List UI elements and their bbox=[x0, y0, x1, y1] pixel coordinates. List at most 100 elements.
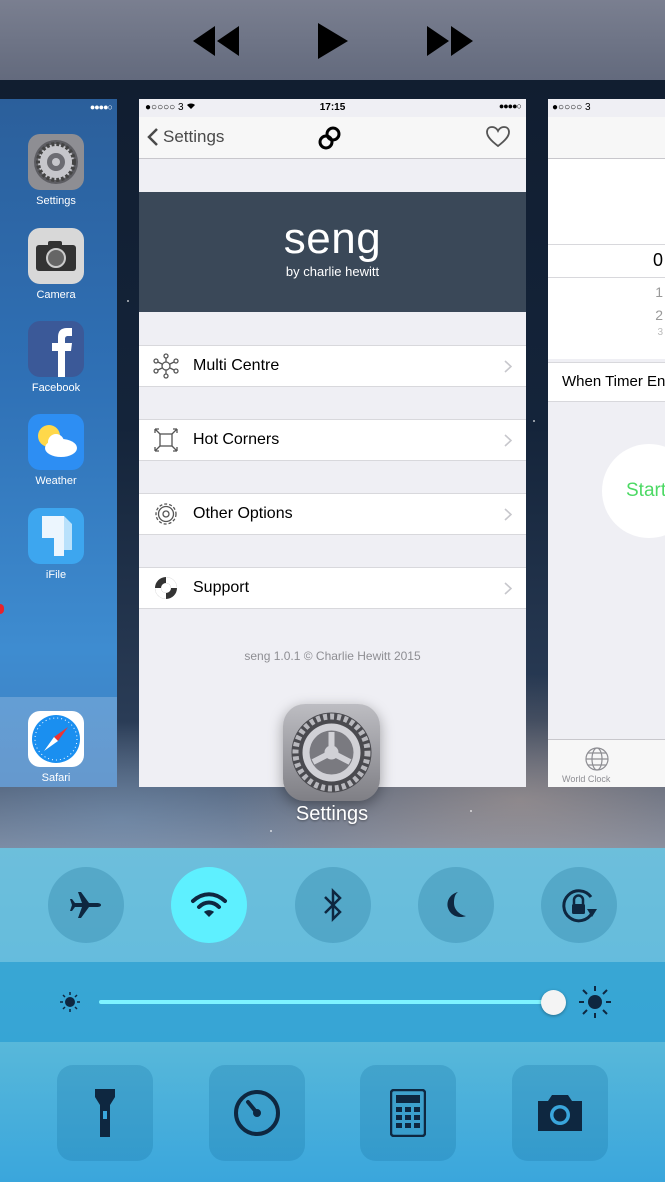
start-button[interactable]: Start bbox=[602, 444, 665, 538]
picker-value: 2 bbox=[655, 307, 663, 323]
app-safari[interactable]: Safari bbox=[28, 711, 84, 784]
signal-dots: ●●●●○ bbox=[89, 102, 113, 112]
calculator-icon bbox=[390, 1089, 426, 1137]
facebook-icon bbox=[28, 321, 84, 377]
seng-logo-icon bbox=[315, 125, 345, 156]
app-weather[interactable]: Weather bbox=[28, 414, 84, 487]
picker-divider bbox=[548, 277, 665, 278]
quick-tools-row bbox=[0, 1042, 665, 1182]
nav-bar bbox=[548, 117, 665, 159]
app-banner: seng by charlie hewitt bbox=[139, 192, 526, 312]
settings-icon[interactable] bbox=[283, 704, 380, 801]
picker-value: 0 bbox=[652, 250, 663, 270]
back-button[interactable]: Settings bbox=[147, 127, 224, 147]
when-timer-ends-row[interactable]: When Timer Ends bbox=[548, 362, 665, 402]
clock-app-card[interactable]: ●○○○○ 3 0 1 2 3 When Timer Ends Start Wo… bbox=[548, 99, 665, 787]
wifi-icon bbox=[191, 892, 227, 917]
timer-button[interactable] bbox=[209, 1065, 305, 1161]
row-label: Support bbox=[193, 579, 250, 596]
chevron-left-icon bbox=[147, 128, 158, 146]
battery-dots: ●●●●○ bbox=[498, 101, 522, 111]
toggle-row bbox=[0, 848, 665, 962]
dock: Safari bbox=[0, 697, 117, 787]
back-label: Settings bbox=[163, 127, 225, 146]
heart-icon[interactable] bbox=[486, 126, 510, 153]
app-settings[interactable]: Settings bbox=[28, 134, 84, 207]
fast-forward-icon bbox=[427, 26, 473, 56]
timer-picker[interactable] bbox=[548, 159, 665, 359]
status-bar: ●○○○○ 3 17:15 ●●●●○ bbox=[139, 99, 526, 117]
ifile-icon bbox=[28, 508, 84, 564]
weather-icon bbox=[28, 414, 84, 470]
play-icon bbox=[318, 23, 348, 59]
camera-icon bbox=[28, 228, 84, 284]
do-not-disturb-toggle[interactable] bbox=[418, 867, 494, 943]
globe-icon bbox=[585, 747, 609, 771]
rewind-icon bbox=[193, 26, 239, 56]
row-support[interactable]: Support bbox=[139, 567, 526, 609]
nav-bar: Settings bbox=[139, 117, 526, 159]
home-screen-card[interactable]: ●●●●○ Settings Camera Facebook Weather i… bbox=[0, 99, 117, 787]
camera-button[interactable] bbox=[512, 1065, 608, 1161]
notification-dot bbox=[0, 604, 4, 614]
app-camera[interactable]: Camera bbox=[28, 228, 84, 301]
gear-icon bbox=[153, 501, 179, 527]
hub-icon bbox=[153, 353, 179, 379]
wifi-toggle[interactable] bbox=[171, 867, 247, 943]
brightness-high-icon bbox=[579, 986, 611, 1018]
bluetooth-icon bbox=[324, 887, 342, 923]
tab-bar: World Clock bbox=[548, 739, 665, 787]
settings-icon bbox=[28, 134, 84, 190]
bluetooth-toggle[interactable] bbox=[295, 867, 371, 943]
fast-forward-button[interactable] bbox=[426, 22, 474, 60]
app-facebook[interactable]: Facebook bbox=[28, 321, 84, 394]
rewind-button[interactable] bbox=[192, 22, 240, 60]
calculator-button[interactable] bbox=[360, 1065, 456, 1161]
row-label: Hot Corners bbox=[193, 431, 280, 448]
footer-text: seng 1.0.1 © Charlie Hewitt 2015 bbox=[244, 649, 421, 663]
carrier-label: ●○○○○ 3 bbox=[552, 102, 591, 113]
row-multi-centre[interactable]: Multi Centre bbox=[139, 345, 526, 387]
app-label: Facebook bbox=[31, 382, 81, 394]
safari-icon bbox=[28, 711, 84, 767]
moon-icon bbox=[447, 892, 466, 918]
corners-icon bbox=[153, 427, 179, 453]
app-label: Weather bbox=[35, 475, 77, 487]
brightness-slider[interactable] bbox=[99, 1000, 554, 1004]
focused-app-label: Settings bbox=[295, 803, 369, 825]
row-other-options[interactable]: Other Options bbox=[139, 493, 526, 535]
chevron-right-icon bbox=[504, 359, 512, 373]
media-controls bbox=[0, 0, 665, 80]
play-button[interactable] bbox=[313, 22, 351, 60]
app-ifile[interactable]: iFile bbox=[28, 508, 84, 581]
tab-world-clock[interactable]: World Clock bbox=[562, 774, 610, 784]
app-label: Safari bbox=[41, 772, 71, 784]
brightness-low-icon bbox=[60, 992, 80, 1012]
status-time: 17:15 bbox=[319, 102, 346, 113]
lifebuoy-icon bbox=[153, 575, 179, 601]
banner-title: seng bbox=[283, 214, 382, 263]
brightness-slider-thumb[interactable] bbox=[541, 990, 566, 1015]
picker-value: 3 bbox=[657, 327, 663, 338]
rotation-lock-icon bbox=[562, 889, 597, 923]
row-label: Other Options bbox=[193, 505, 293, 522]
chevron-right-icon bbox=[504, 507, 512, 521]
timer-icon bbox=[234, 1090, 280, 1136]
app-label: iFile bbox=[45, 569, 67, 581]
row-label: Multi Centre bbox=[193, 357, 280, 374]
airplane-toggle[interactable] bbox=[48, 867, 124, 943]
picker-value: 1 bbox=[655, 284, 663, 300]
row-hot-corners[interactable]: Hot Corners bbox=[139, 419, 526, 461]
brightness-row bbox=[0, 962, 665, 1042]
app-label: Settings bbox=[36, 195, 76, 207]
seng-app-card[interactable]: ●○○○○ 3 17:15 ●●●●○ Settings seng by cha… bbox=[139, 99, 526, 787]
control-center bbox=[0, 848, 665, 1182]
flashlight-icon bbox=[95, 1089, 115, 1137]
chevron-right-icon bbox=[504, 433, 512, 447]
flashlight-button[interactable] bbox=[57, 1065, 153, 1161]
camera-icon bbox=[538, 1095, 582, 1131]
rotation-lock-toggle[interactable] bbox=[541, 867, 617, 943]
airplane-icon bbox=[70, 892, 101, 918]
banner-subtitle: by charlie hewitt bbox=[285, 264, 380, 279]
picker-divider bbox=[548, 244, 665, 245]
